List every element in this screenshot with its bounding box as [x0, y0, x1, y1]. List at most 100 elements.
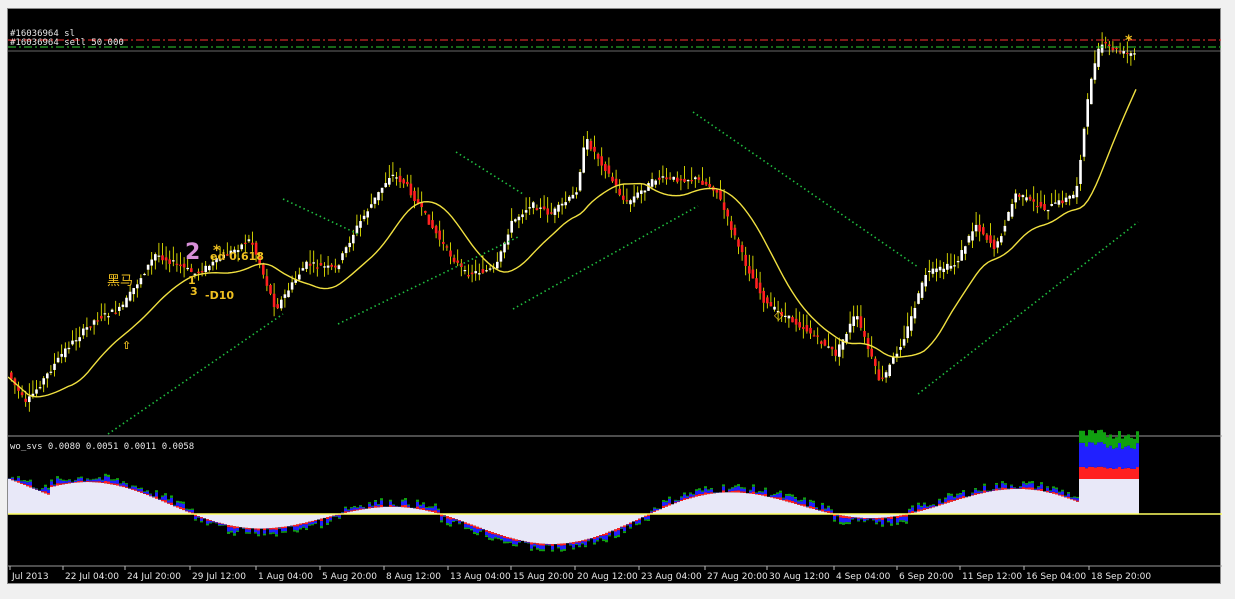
- osc-bar: [1079, 479, 1082, 514]
- candle-body: [24, 398, 27, 402]
- osc-blue: [806, 506, 809, 508]
- osc-bar: [731, 492, 734, 514]
- osc-green: [1058, 491, 1061, 493]
- osc-blue: [359, 506, 362, 509]
- osc-green: [926, 506, 929, 507]
- osc-green: [752, 484, 755, 487]
- dot-trendline: [917, 221, 1139, 395]
- osc-green: [65, 480, 68, 482]
- candle-body: [1010, 204, 1014, 217]
- osc-red: [731, 490, 734, 493]
- x-axis-label: 23 Aug 04:00: [641, 572, 702, 582]
- candle-body: [748, 266, 751, 274]
- osc-blue: [1070, 497, 1073, 499]
- osc-green: [185, 508, 188, 510]
- osc-blue: [479, 528, 482, 531]
- osc-red: [758, 493, 761, 495]
- candle-body: [593, 146, 596, 152]
- candle-body: [848, 323, 852, 333]
- osc-red: [866, 518, 869, 519]
- osc-red: [110, 483, 113, 485]
- candle-body: [715, 189, 719, 193]
- osc-green: [11, 476, 14, 478]
- osc-blue: [449, 519, 452, 525]
- osc-blue: [161, 496, 164, 500]
- candle-body: [614, 178, 618, 186]
- osc-blue: [605, 535, 608, 540]
- osc-red: [569, 542, 572, 544]
- candle-body: [650, 179, 654, 187]
- candle-body: [1133, 53, 1136, 55]
- osc-red: [419, 508, 422, 510]
- osc-blue: [878, 518, 881, 521]
- candle-body: [744, 254, 747, 266]
- osc-blue: [206, 520, 209, 524]
- osc-bar: [782, 500, 785, 514]
- osc-bar: [1034, 490, 1037, 514]
- osc-blue: [770, 495, 773, 497]
- osc-green: [857, 520, 860, 522]
- osc-green: [353, 505, 356, 508]
- osc-blue: [542, 545, 545, 550]
- osc-red: [23, 483, 26, 485]
- osc-red: [479, 527, 482, 529]
- osc-blue: [851, 517, 854, 519]
- osc-green: [257, 534, 260, 537]
- osc-green: [629, 527, 632, 529]
- candle-body: [928, 270, 931, 273]
- osc-blue: [320, 521, 323, 526]
- osc-green: [821, 502, 824, 506]
- osc-red: [263, 528, 266, 531]
- osc-bar: [464, 514, 467, 523]
- osc-blue: [497, 535, 500, 538]
- osc-blue: [212, 521, 215, 523]
- osc-green: [686, 495, 689, 497]
- osc-green: [434, 503, 437, 506]
- osc-green: [782, 497, 785, 499]
- candle-body: [427, 214, 431, 225]
- osc-blue: [14, 480, 17, 482]
- osc-green: [404, 497, 407, 501]
- osc-green: [1112, 438, 1115, 449]
- osc-red: [1073, 499, 1076, 501]
- chart-window[interactable]: #16036964 sl #16036964 sell 50.000 2 * e…: [7, 8, 1222, 585]
- osc-bar: [575, 514, 578, 542]
- osc-red: [1094, 467, 1097, 479]
- osc-bar: [1067, 498, 1070, 514]
- osc-green: [635, 523, 638, 526]
- candle-body: [1075, 185, 1079, 198]
- osc-green: [1121, 438, 1124, 449]
- candle-body: [125, 297, 128, 308]
- price-chart[interactable]: #16036964 sl #16036964 sell 50.000 2 * e…: [8, 9, 1222, 585]
- osc-bar: [1052, 493, 1055, 514]
- osc-red: [578, 541, 581, 543]
- osc-bar: [299, 514, 302, 524]
- osc-bar: [149, 496, 152, 514]
- candle-body: [708, 184, 711, 187]
- candle-body: [784, 315, 787, 318]
- osc-bar: [302, 514, 305, 524]
- candle-body: [1043, 204, 1046, 211]
- candle-body: [791, 316, 794, 323]
- osc-red: [698, 493, 701, 496]
- osc-blue: [527, 542, 530, 544]
- osc-bar: [164, 502, 167, 514]
- osc-bar: [707, 494, 710, 514]
- candle-body: [1014, 193, 1017, 203]
- osc-red: [650, 512, 653, 514]
- osc-blue: [20, 481, 23, 483]
- osc-red: [296, 524, 299, 527]
- candle-body: [337, 265, 341, 270]
- osc-red: [707, 492, 710, 495]
- osc-red: [800, 504, 803, 506]
- osc-red: [824, 511, 827, 513]
- osc-bar: [548, 514, 551, 545]
- osc-bar: [317, 514, 320, 520]
- osc-green: [779, 490, 782, 493]
- osc-blue: [455, 519, 458, 521]
- osc-blue: [1118, 443, 1121, 468]
- osc-bar: [1130, 479, 1133, 514]
- osc-blue: [77, 478, 80, 482]
- osc-blue: [1085, 446, 1088, 469]
- osc-blue: [425, 507, 428, 510]
